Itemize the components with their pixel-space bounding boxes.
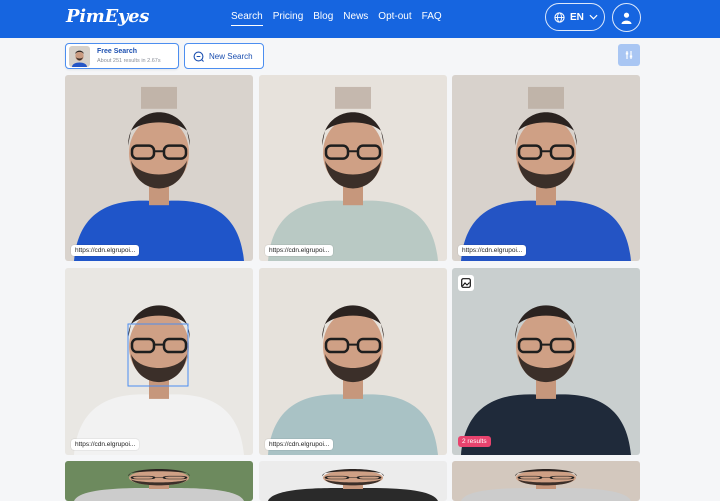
results-count-badge[interactable]: 2 results	[458, 436, 491, 447]
top-navbar: PimEyes Search Pricing Blog News Opt-out…	[0, 0, 720, 38]
new-search-button[interactable]: New Search	[184, 43, 264, 69]
image-group-icon[interactable]	[458, 275, 474, 291]
result-photo	[452, 75, 640, 261]
result-card[interactable]: https://cdn.elgrupoi...	[259, 75, 447, 261]
user-icon	[621, 12, 632, 24]
result-card[interactable]	[452, 461, 640, 501]
search-result-count: About 251 results in 2.67s	[97, 58, 161, 64]
result-card[interactable]: https://cdn.elgrupoi...	[452, 75, 640, 261]
nav-opt-out[interactable]: Opt-out	[378, 11, 411, 26]
result-photo	[65, 75, 253, 261]
result-photo	[259, 268, 447, 455]
nav-faq[interactable]: FAQ	[422, 11, 442, 26]
main-nav: Search Pricing Blog News Opt-out FAQ	[231, 11, 452, 26]
result-url-chip[interactable]: https://cdn.elgrupoi...	[71, 245, 140, 256]
result-card[interactable]: 2 results	[452, 268, 640, 455]
result-photo	[452, 268, 640, 455]
result-url-chip[interactable]: https://cdn.elgrupoi...	[265, 245, 334, 256]
search-thumbnail	[69, 46, 90, 67]
result-url-chip[interactable]: https://cdn.elgrupoi...	[265, 439, 334, 450]
language-label: EN	[570, 11, 584, 23]
result-card[interactable]: https://cdn.elgrupoi...	[65, 75, 253, 261]
globe-icon	[554, 11, 565, 23]
result-url-chip[interactable]: https://cdn.elgrupoi...	[458, 245, 527, 256]
new-search-label: New Search	[209, 51, 253, 61]
result-photo	[259, 75, 447, 261]
nav-search[interactable]: Search	[231, 11, 263, 26]
nav-pricing[interactable]: Pricing	[273, 11, 304, 26]
result-photo	[452, 461, 640, 501]
search-title: Free Search	[97, 48, 138, 55]
filter-button[interactable]	[618, 44, 640, 66]
nav-blog[interactable]: Blog	[313, 11, 333, 26]
account-button[interactable]	[612, 3, 641, 32]
filter-sliders-icon	[625, 51, 633, 59]
result-url-chip[interactable]: https://cdn.elgrupoi...	[71, 439, 140, 450]
result-photo	[259, 461, 447, 501]
result-photo	[65, 461, 253, 501]
result-card[interactable]	[259, 461, 447, 501]
face-detection-box	[127, 323, 189, 387]
nav-news[interactable]: News	[343, 11, 368, 26]
current-search-card[interactable]: Free Search About 251 results in 2.67s	[65, 43, 179, 69]
pimeyes-logo[interactable]: PimEyes	[66, 6, 149, 27]
chevron-down-icon	[589, 14, 598, 20]
search-plus-icon	[193, 51, 204, 62]
result-card[interactable]: https://cdn.elgrupoi...	[65, 268, 253, 455]
result-card[interactable]	[65, 461, 253, 501]
language-selector[interactable]: EN	[545, 3, 605, 31]
result-card[interactable]: https://cdn.elgrupoi...	[259, 268, 447, 455]
